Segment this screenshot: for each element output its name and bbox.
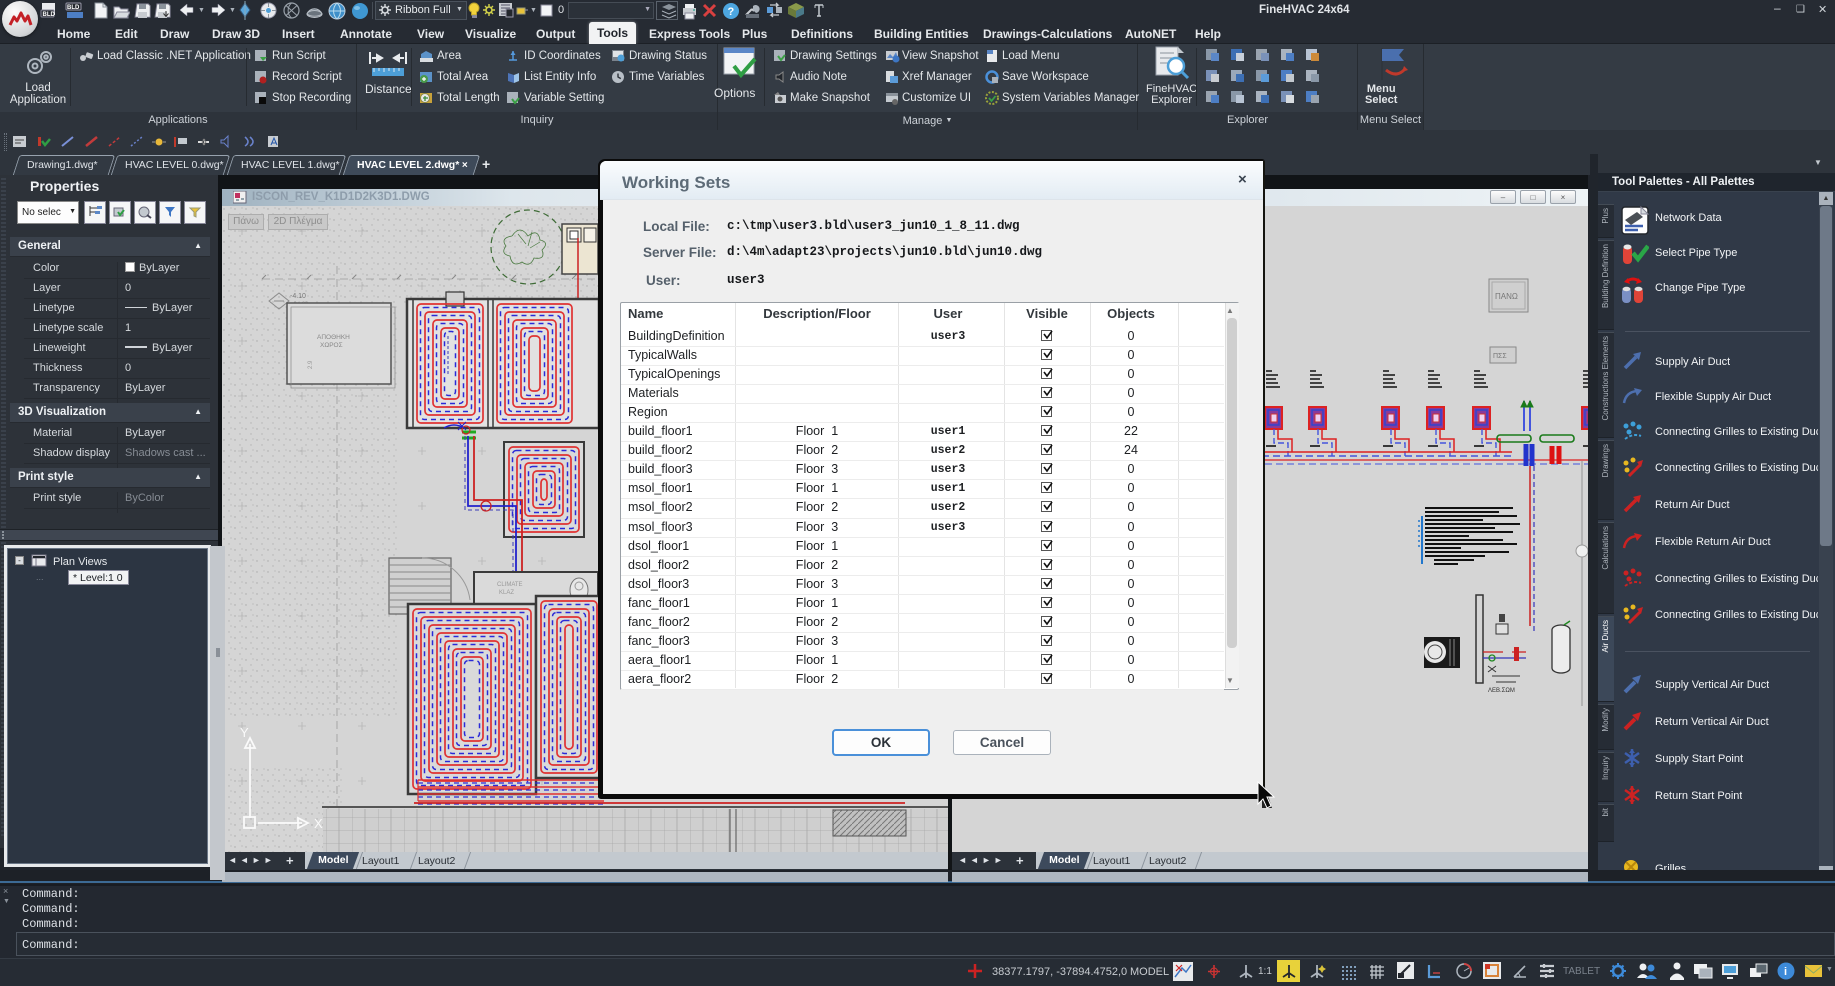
svg-text:ΠΑΝΩ: ΠΑΝΩ bbox=[1495, 292, 1518, 301]
svg-text:?: ? bbox=[728, 6, 735, 18]
svg-text:ΛΕΒ.ΣΩΜ: ΛΕΒ.ΣΩΜ bbox=[1488, 688, 1515, 694]
svg-text:BLD: BLD bbox=[43, 12, 56, 18]
svg-text:BLD: BLD bbox=[67, 5, 80, 11]
svg-text:2.9: 2.9 bbox=[308, 360, 314, 369]
svg-text:CLIMATE: CLIMATE bbox=[497, 582, 523, 588]
svg-text:i: i bbox=[1784, 966, 1787, 978]
svg-text:KLAZ: KLAZ bbox=[499, 590, 514, 596]
svg-text:X: X bbox=[314, 816, 323, 831]
svg-text:ΧΩΡΟΣ: ΧΩΡΟΣ bbox=[320, 342, 343, 349]
svg-text:Y: Y bbox=[240, 725, 249, 740]
svg-text:ΠΣΣ: ΠΣΣ bbox=[1493, 353, 1507, 360]
svg-text:ΑΠΟΘΗΚΗ: ΑΠΟΘΗΚΗ bbox=[317, 334, 350, 341]
svg-text:-4.10: -4.10 bbox=[290, 293, 306, 300]
